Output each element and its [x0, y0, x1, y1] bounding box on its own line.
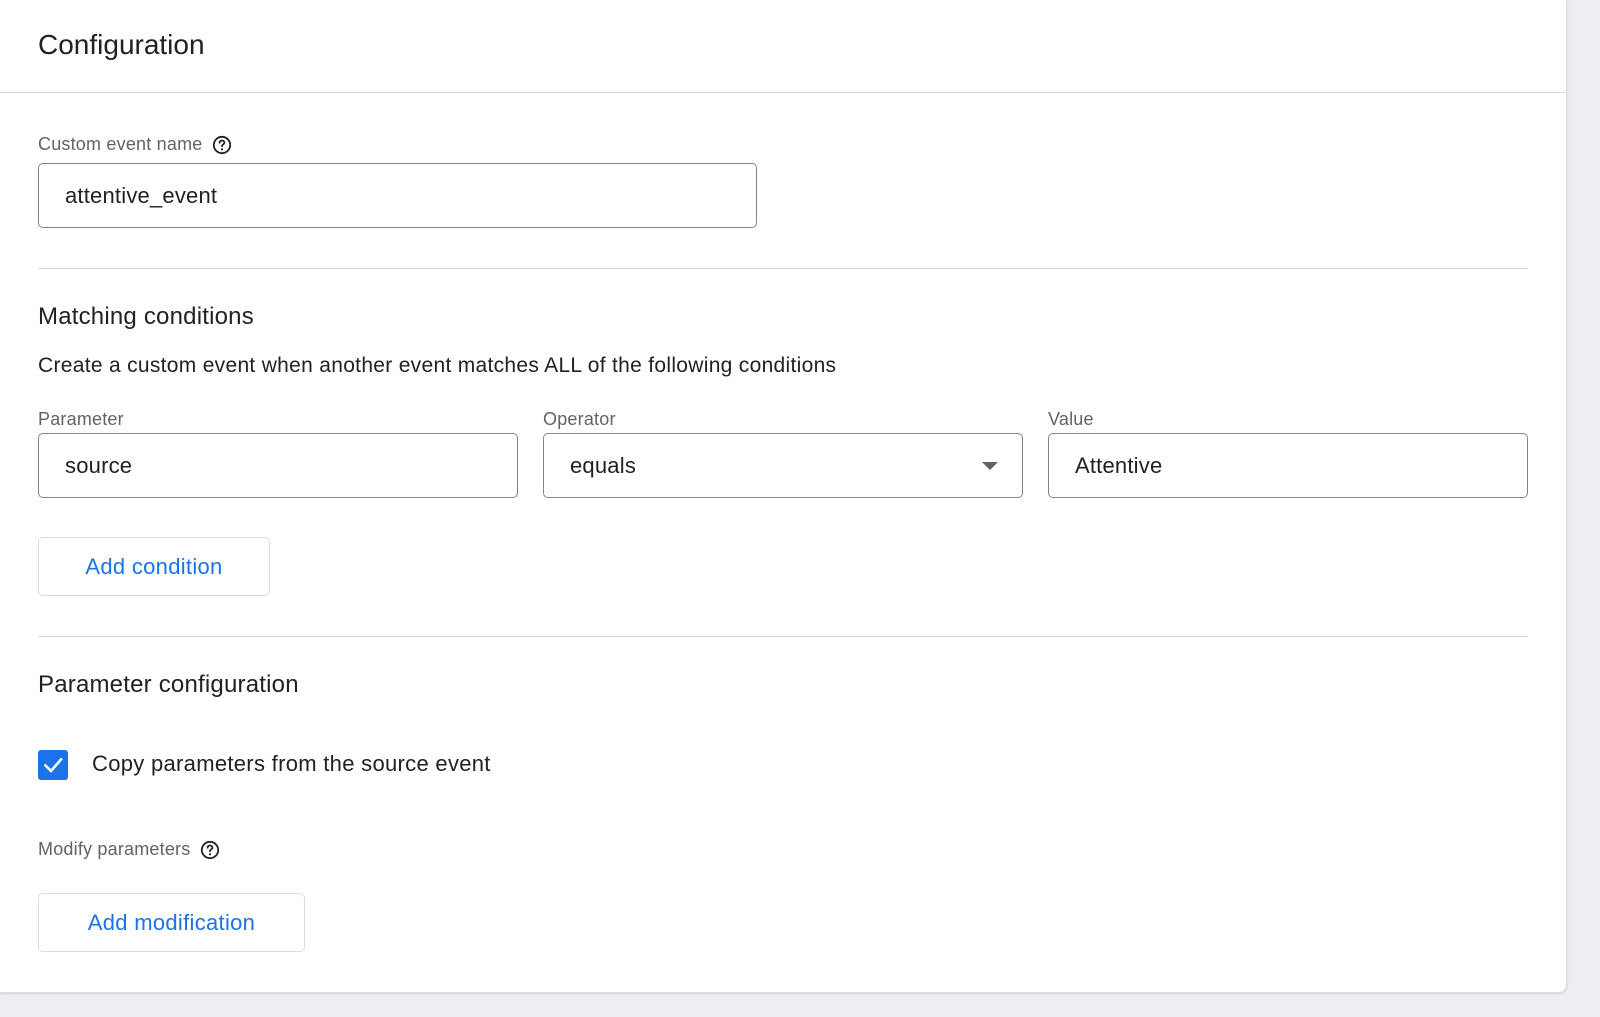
checkmark-icon	[43, 757, 63, 773]
operator-label: Operator	[543, 409, 616, 430]
matching-conditions-title: Matching conditions	[38, 303, 254, 330]
parameter-label: Parameter	[38, 409, 124, 430]
configuration-card: Configuration Custom event name attentiv…	[0, 0, 1567, 993]
parameter-value: source	[65, 452, 133, 478]
section-divider	[38, 636, 1528, 637]
value-input[interactable]: Attentive	[1048, 433, 1528, 498]
parameter-configuration-title: Parameter configuration	[38, 671, 299, 698]
card-header: Configuration	[0, 0, 1566, 93]
copy-parameters-checkbox[interactable]	[38, 750, 68, 780]
help-icon[interactable]	[212, 135, 232, 155]
parameter-label-text: Parameter	[38, 409, 124, 429]
custom-event-name-input[interactable]: attentive_event	[38, 163, 757, 228]
custom-event-name-value: attentive_event	[65, 182, 218, 208]
parameter-input[interactable]: source	[38, 433, 518, 498]
section-divider	[38, 268, 1528, 269]
custom-event-name-label: Custom event name	[38, 134, 203, 154]
add-condition-button[interactable]: Add condition	[38, 537, 270, 596]
page-title: Configuration	[38, 29, 205, 60]
operator-label-text: Operator	[543, 409, 616, 429]
dropdown-arrow-icon	[982, 462, 998, 470]
modify-parameters-label-row: Modify parameters	[38, 839, 220, 860]
matching-conditions-description: Create a custom event when another event…	[38, 354, 837, 377]
value-label: Value	[1048, 409, 1094, 430]
modify-parameters-label: Modify parameters	[38, 839, 191, 859]
value-value: Attentive	[1075, 452, 1163, 478]
operator-select[interactable]: equals	[543, 433, 1023, 498]
add-modification-button[interactable]: Add modification	[38, 893, 305, 952]
operator-value: equals	[570, 452, 637, 478]
custom-event-name-label-row: Custom event name	[38, 134, 232, 155]
help-icon[interactable]	[200, 840, 220, 860]
value-label-text: Value	[1048, 409, 1094, 429]
copy-parameters-label[interactable]: Copy parameters from the source event	[92, 751, 491, 777]
